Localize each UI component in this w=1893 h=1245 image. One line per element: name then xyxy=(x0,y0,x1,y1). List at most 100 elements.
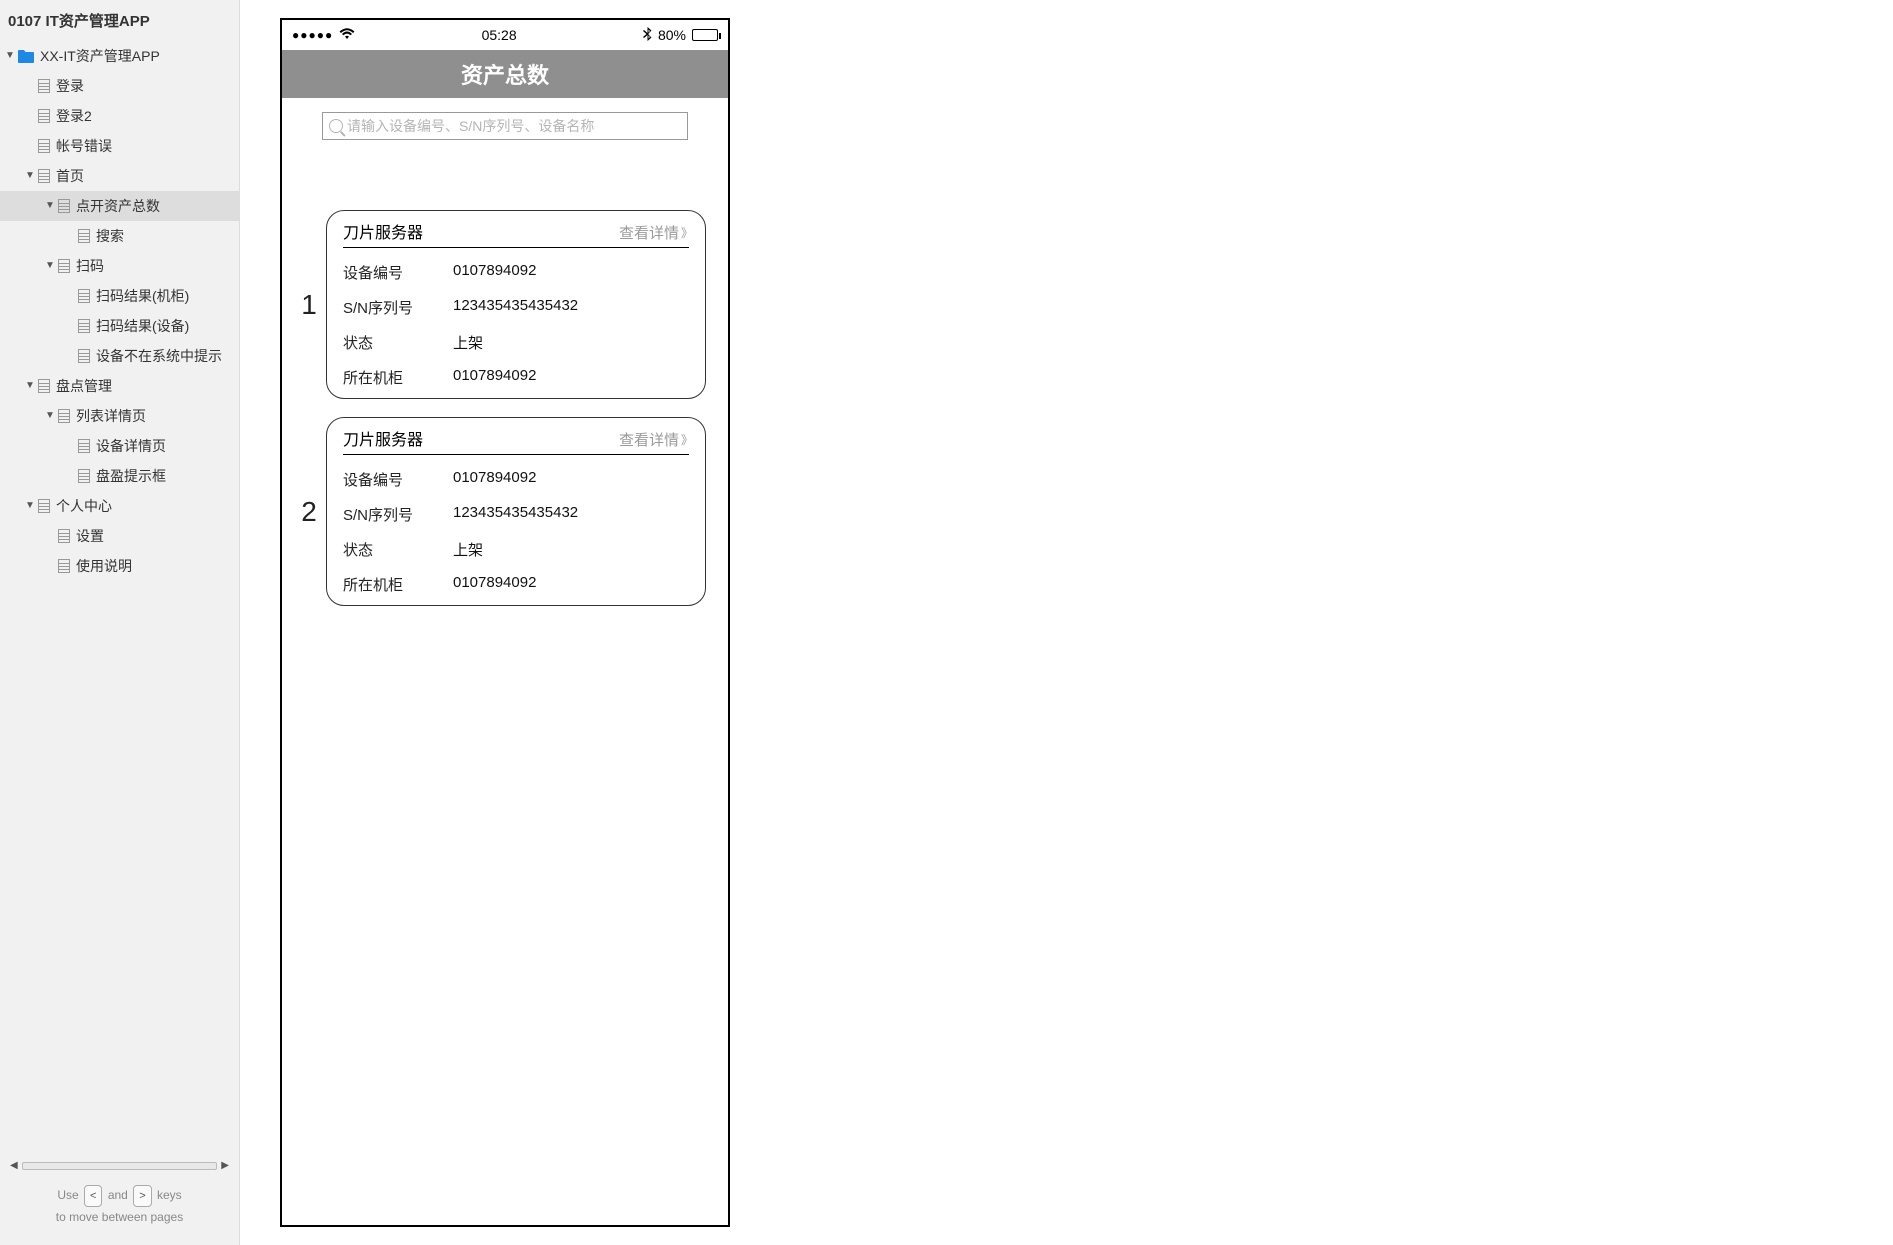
tree-item-label: 首页 xyxy=(56,166,84,186)
field-value-cabinet: 0107894092 xyxy=(453,574,536,595)
page-icon xyxy=(58,199,70,213)
phone-frame: ●●●●● 05:28 80% 资产总数 请输入设备编号、S/N序列号、设备名称 xyxy=(280,18,730,1227)
field-label-state: 状态 xyxy=(343,332,453,353)
bluetooth-icon xyxy=(643,27,652,44)
field-value-cabinet: 0107894092 xyxy=(453,367,536,388)
page-icon xyxy=(78,469,90,483)
tree-item[interactable]: ▼ 盘点管理 xyxy=(0,371,239,401)
sidebar: 0107 IT资产管理APP ▼XX-IT资产管理APP登录登录2帐号错误▼首页… xyxy=(0,0,240,1245)
view-detail-link[interactable]: 查看详情》 xyxy=(619,429,689,450)
tree-item-label: 扫码 xyxy=(76,256,104,276)
tree-item-label: 列表详情页 xyxy=(76,406,146,426)
scroll-right-arrow-icon[interactable]: ▶ xyxy=(221,1160,229,1171)
page-icon xyxy=(58,259,70,273)
page-icon xyxy=(78,289,90,303)
tree-item-label: 登录2 xyxy=(56,106,92,126)
tree-item[interactable]: ▼ 列表详情页 xyxy=(0,401,239,431)
field-label-device-no: 设备编号 xyxy=(343,262,453,283)
caret-down-icon[interactable]: ▼ xyxy=(44,406,56,426)
keyboard-hint: Use < and > keys to move between pages xyxy=(0,1175,239,1245)
view-detail-link[interactable]: 查看详情》 xyxy=(619,222,689,243)
page-icon xyxy=(38,379,50,393)
page-icon xyxy=(38,79,50,93)
caret-down-icon[interactable]: ▼ xyxy=(24,496,36,516)
tree-item[interactable]: 设备不在系统中提示 xyxy=(0,341,239,371)
caret-down-icon[interactable]: ▼ xyxy=(24,376,36,396)
page-icon xyxy=(78,319,90,333)
field-label-sn: S/N序列号 xyxy=(343,504,453,525)
tree-item[interactable]: 设置 xyxy=(0,521,239,551)
page-icon xyxy=(78,349,90,363)
page-icon xyxy=(58,529,70,543)
card-index: 2 xyxy=(292,496,326,528)
horizontal-scrollbar[interactable]: ◀ ▶ xyxy=(0,1156,239,1175)
search-icon xyxy=(329,119,343,133)
chevron-right-icon: 》 xyxy=(681,431,689,448)
field-value-state: 上架 xyxy=(453,539,483,560)
status-bar: ●●●●● 05:28 80% xyxy=(282,20,728,50)
tree-item-label: 设备详情页 xyxy=(96,436,166,456)
tree-item[interactable]: ▼ 首页 xyxy=(0,161,239,191)
field-label-device-no: 设备编号 xyxy=(343,469,453,490)
tree-item-label: 搜索 xyxy=(96,226,124,246)
battery-percent: 80% xyxy=(658,27,686,43)
tree-item-label: 扫码结果(机柜) xyxy=(96,286,189,306)
wifi-icon xyxy=(339,27,355,43)
tree-item-label: 盘点管理 xyxy=(56,376,112,396)
tree-item[interactable]: ▼ 点开资产总数 xyxy=(0,191,239,221)
tree-item[interactable]: 帐号错误 xyxy=(0,131,239,161)
key-left-icon: < xyxy=(84,1185,102,1207)
page-icon xyxy=(58,559,70,573)
caret-down-icon[interactable]: ▼ xyxy=(44,256,56,276)
tree-item-label: 设置 xyxy=(76,526,104,546)
tree-item[interactable]: 盘盈提示框 xyxy=(0,461,239,491)
page-tree: ▼XX-IT资产管理APP登录登录2帐号错误▼首页▼点开资产总数搜索▼扫码扫码结… xyxy=(0,41,239,1156)
app-header-title: 资产总数 xyxy=(282,50,728,98)
field-label-cabinet: 所在机柜 xyxy=(343,367,453,388)
page-icon xyxy=(38,169,50,183)
page-icon xyxy=(58,409,70,423)
tree-item[interactable]: 搜索 xyxy=(0,221,239,251)
tree-item[interactable]: 设备详情页 xyxy=(0,431,239,461)
tree-item[interactable]: ▼ 个人中心 xyxy=(0,491,239,521)
field-value-device-no: 0107894092 xyxy=(453,469,536,490)
tree-item-label: 点开资产总数 xyxy=(76,196,160,216)
tree-item-label: 帐号错误 xyxy=(56,136,112,156)
caret-down-icon[interactable]: ▼ xyxy=(44,196,56,216)
tree-item[interactable]: ▼XX-IT资产管理APP xyxy=(0,41,239,71)
scroll-track[interactable] xyxy=(22,1162,218,1170)
tree-item-label: 个人中心 xyxy=(56,496,112,516)
search-input[interactable]: 请输入设备编号、S/N序列号、设备名称 xyxy=(322,112,688,140)
asset-card-row: 2刀片服务器查看详情》设备编号0107894092S/N序列号123435435… xyxy=(292,417,718,606)
key-right-icon: > xyxy=(133,1185,151,1207)
design-canvas: ●●●●● 05:28 80% 资产总数 请输入设备编号、S/N序列号、设备名称 xyxy=(240,0,1893,1245)
tree-item[interactable]: 扫码结果(设备) xyxy=(0,311,239,341)
caret-down-icon[interactable]: ▼ xyxy=(4,46,16,66)
card-title: 刀片服务器 xyxy=(343,426,423,450)
scroll-left-arrow-icon[interactable]: ◀ xyxy=(10,1160,18,1171)
page-icon xyxy=(78,229,90,243)
field-label-sn: S/N序列号 xyxy=(343,297,453,318)
asset-card: 刀片服务器查看详情》设备编号0107894092S/N序列号1234354354… xyxy=(326,210,706,399)
tree-item[interactable]: 使用说明 xyxy=(0,551,239,581)
field-value-state: 上架 xyxy=(453,332,483,353)
tree-item[interactable]: 扫码结果(机柜) xyxy=(0,281,239,311)
tree-item[interactable]: 登录 xyxy=(0,71,239,101)
asset-card-row: 1刀片服务器查看详情》设备编号0107894092S/N序列号123435435… xyxy=(292,210,718,399)
tree-item-label: 设备不在系统中提示 xyxy=(96,346,222,366)
card-title: 刀片服务器 xyxy=(343,219,423,243)
caret-down-icon[interactable]: ▼ xyxy=(24,166,36,186)
tree-item-label: 盘盈提示框 xyxy=(96,466,166,486)
tree-item[interactable]: ▼ 扫码 xyxy=(0,251,239,281)
page-icon xyxy=(38,109,50,123)
field-value-device-no: 0107894092 xyxy=(453,262,536,283)
tree-item[interactable]: 登录2 xyxy=(0,101,239,131)
asset-card: 刀片服务器查看详情》设备编号0107894092S/N序列号1234354354… xyxy=(326,417,706,606)
app-body: 请输入设备编号、S/N序列号、设备名称 1刀片服务器查看详情》设备编号01078… xyxy=(282,98,728,1225)
search-placeholder: 请输入设备编号、S/N序列号、设备名称 xyxy=(347,116,594,136)
tree-item-label: 扫码结果(设备) xyxy=(96,316,189,336)
asset-card-list: 1刀片服务器查看详情》设备编号0107894092S/N序列号123435435… xyxy=(282,210,728,606)
field-value-sn: 123435435435432 xyxy=(453,297,578,318)
project-title: 0107 IT资产管理APP xyxy=(0,0,239,41)
field-value-sn: 123435435435432 xyxy=(453,504,578,525)
